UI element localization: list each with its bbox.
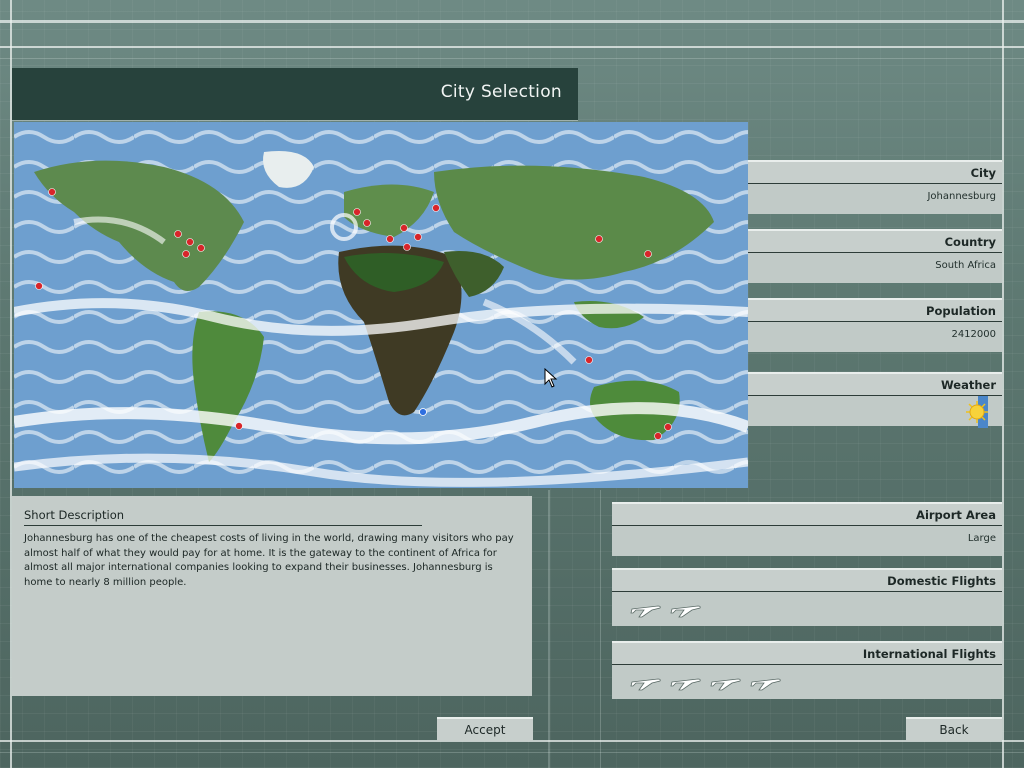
back-button[interactable]: Back (906, 717, 1002, 741)
city-marker[interactable] (403, 243, 411, 251)
city-marker[interactable] (644, 250, 652, 258)
airplane-icon (630, 678, 661, 691)
city-value: Johannesburg (748, 184, 1002, 214)
population-info-panel: Population 2412000 (748, 298, 1002, 352)
weather-info-panel: Weather (748, 372, 1002, 428)
country-label: Country (748, 229, 1002, 253)
city-marker[interactable] (654, 432, 662, 440)
title-bar: City Selection (12, 68, 578, 121)
international-flights-indicator (612, 665, 1002, 699)
city-marker[interactable] (48, 188, 56, 196)
city-marker[interactable] (353, 208, 361, 216)
airplane-icon (670, 605, 701, 618)
selected-city-marker[interactable] (419, 408, 427, 416)
mouse-cursor-icon (544, 368, 558, 388)
domestic-flights-panel: Domestic Flights (612, 568, 1002, 626)
city-marker[interactable] (414, 233, 422, 241)
sun-icon (966, 396, 988, 428)
airplane-icon (750, 678, 781, 691)
city-marker[interactable] (35, 282, 43, 290)
domestic-flights-indicator (612, 592, 1002, 626)
weather-label: Weather (748, 372, 1002, 396)
world-map[interactable] (14, 122, 748, 488)
city-marker[interactable] (363, 219, 371, 227)
population-label: Population (748, 298, 1002, 322)
background-line (1002, 0, 1004, 768)
airplane-icon (670, 678, 701, 691)
city-marker[interactable] (174, 230, 182, 238)
international-flights-label: International Flights (612, 641, 1002, 665)
airport-area-label: Airport Area (612, 502, 1002, 526)
page-title: City Selection (440, 82, 562, 102)
description-panel: Short Description Johannesburg has one o… (12, 496, 532, 696)
background-line (0, 58, 1024, 59)
city-marker[interactable] (595, 235, 603, 243)
city-info-panel: City Johannesburg (748, 160, 1002, 214)
city-marker[interactable] (386, 235, 394, 243)
weather-value (748, 396, 1002, 428)
airplane-icon (710, 678, 741, 691)
accept-button[interactable]: Accept (437, 717, 533, 741)
background-line (0, 46, 1024, 48)
country-info-panel: Country South Africa (748, 229, 1002, 283)
population-value: 2412000 (748, 322, 1002, 352)
airplane-icon (630, 605, 661, 618)
city-label: City (748, 160, 1002, 184)
airport-area-value: Large (612, 526, 1002, 556)
domestic-flights-label: Domestic Flights (612, 568, 1002, 592)
background-line (548, 490, 550, 768)
description-title: Short Description (24, 508, 422, 526)
background-line (600, 490, 601, 768)
city-marker[interactable] (235, 422, 243, 430)
city-marker[interactable] (432, 204, 440, 212)
city-marker[interactable] (585, 356, 593, 364)
country-value: South Africa (748, 253, 1002, 283)
background-line (0, 752, 1024, 753)
description-text: Johannesburg has one of the cheapest cos… (24, 533, 514, 588)
international-flights-panel: International Flights (612, 641, 1002, 699)
city-marker[interactable] (182, 250, 190, 258)
city-marker[interactable] (400, 224, 408, 232)
city-marker[interactable] (664, 423, 672, 431)
city-marker[interactable] (186, 238, 194, 246)
world-map-graphic (14, 122, 748, 488)
background-line (0, 20, 1024, 23)
airport-area-panel: Airport Area Large (612, 502, 1002, 556)
city-marker[interactable] (197, 244, 205, 252)
